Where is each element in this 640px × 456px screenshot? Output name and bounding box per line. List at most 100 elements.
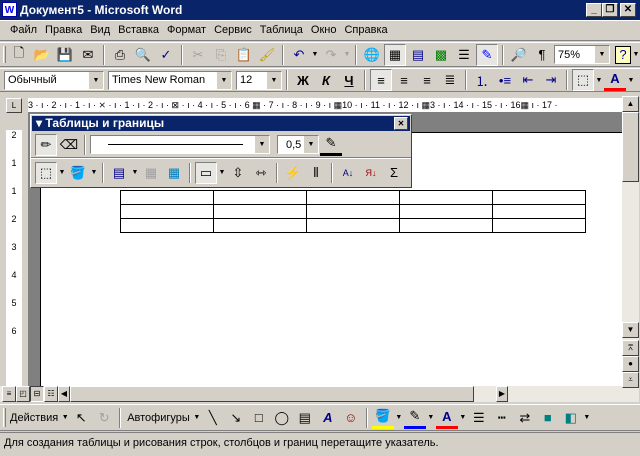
print-icon[interactable]: ⎙: [109, 44, 131, 66]
menu-help[interactable]: Справка: [340, 24, 391, 36]
menu-view[interactable]: Вид: [86, 24, 114, 36]
size-combo[interactable]: 12 ▼: [236, 70, 282, 90]
align-center-icon[interactable]: ≡: [393, 69, 415, 91]
border-dropdown[interactable]: ▼: [595, 77, 603, 84]
chevron-down-icon[interactable]: ▼: [255, 136, 269, 153]
align-right-icon[interactable]: ≡: [416, 69, 438, 91]
table-cell[interactable]: [399, 204, 493, 219]
chevron-down-icon[interactable]: ▼: [217, 71, 231, 89]
bold-button[interactable]: Ж: [292, 69, 314, 91]
draw-table-pencil-icon[interactable]: ✏: [35, 133, 57, 156]
save-icon[interactable]: 💾: [54, 44, 76, 66]
new-icon[interactable]: 🗋: [8, 44, 30, 66]
arrow-icon[interactable]: ↘: [225, 407, 247, 429]
border-color-icon[interactable]: ✎: [320, 134, 342, 156]
line-icon[interactable]: ╲: [202, 407, 224, 429]
previous-page-icon[interactable]: ⩞: [622, 340, 639, 356]
spelling-icon[interactable]: ✓: [155, 44, 177, 66]
toolbar-options[interactable]: ▼: [632, 51, 640, 58]
horizontal-scroll-thumb[interactable]: [70, 386, 474, 402]
underline-button[interactable]: Ч: [338, 69, 360, 91]
web-view-icon[interactable]: ◰: [16, 386, 30, 402]
columns-icon[interactable]: ☰: [453, 44, 475, 66]
tables-borders-icon[interactable]: ▦: [384, 43, 406, 66]
scroll-left-icon[interactable]: ◀: [58, 386, 70, 402]
text-direction-icon[interactable]: ⦀: [305, 162, 327, 184]
insert-table-icon[interactable]: ▤: [108, 162, 130, 184]
table-cell[interactable]: [399, 190, 493, 205]
border-dropdown[interactable]: ▼: [58, 169, 66, 176]
outside-border-icon[interactable]: ⬚: [35, 161, 57, 184]
shadow-icon[interactable]: ■: [537, 407, 559, 429]
email-icon[interactable]: ✉: [77, 44, 99, 66]
document-table[interactable]: [120, 190, 586, 233]
tab-selector[interactable]: L: [6, 98, 22, 113]
italic-button[interactable]: К: [315, 69, 337, 91]
align-top-icon[interactable]: ▭: [195, 161, 217, 184]
arrow-style-icon[interactable]: ⇄: [514, 407, 536, 429]
actions-menu[interactable]: Действия: [8, 412, 60, 424]
bullets-icon[interactable]: •≡: [494, 69, 516, 91]
align-left-icon[interactable]: ≡: [370, 69, 392, 91]
shading-dropdown[interactable]: ▼: [90, 169, 98, 176]
table-cell[interactable]: [213, 218, 307, 233]
line-weight-combo[interactable]: 0,5 ▼: [277, 135, 319, 154]
menu-format[interactable]: Формат: [163, 24, 210, 36]
justify-icon[interactable]: ≣: [439, 69, 461, 91]
drawing-icon[interactable]: ✎: [476, 43, 498, 66]
style-combo[interactable]: Обычный ▼: [4, 70, 104, 90]
sort-ascending-icon[interactable]: А↓: [337, 162, 359, 184]
menu-table[interactable]: Таблица: [256, 24, 307, 36]
close-button[interactable]: ✕: [620, 3, 636, 17]
undo-icon[interactable]: ↶: [288, 44, 310, 66]
browse-object-icon[interactable]: ●: [622, 356, 639, 372]
open-icon[interactable]: 📂: [31, 44, 53, 66]
outline-view-icon[interactable]: ☷: [44, 386, 58, 402]
next-page-icon[interactable]: ⩡: [622, 372, 639, 388]
font-color-dropdown[interactable]: ▼: [627, 77, 635, 84]
font-color-icon[interactable]: A: [435, 407, 458, 429]
decrease-indent-icon[interactable]: ⇤: [517, 69, 539, 91]
menu-file[interactable]: Файл: [6, 24, 41, 36]
free-rotate-icon[interactable]: ↻: [93, 407, 115, 429]
help-icon[interactable]: ?: [615, 45, 631, 64]
autosum-icon[interactable]: Σ: [383, 162, 405, 184]
oval-icon[interactable]: ◯: [271, 407, 293, 429]
align-dropdown[interactable]: ▼: [218, 169, 226, 176]
split-cells-icon[interactable]: ▦: [163, 162, 185, 184]
show-formatting-icon[interactable]: ¶: [531, 44, 553, 66]
horizontal-scrollbar[interactable]: ≡ ◰ ⊟ ☷ ◀ ▶: [0, 386, 622, 402]
menu-edit[interactable]: Правка: [41, 24, 86, 36]
table-cell[interactable]: [306, 218, 400, 233]
document-map-icon[interactable]: 🔎: [508, 44, 530, 66]
menu-tools[interactable]: Сервис: [210, 24, 256, 36]
distribute-rows-icon[interactable]: ⇳: [227, 162, 249, 184]
scroll-up-icon[interactable]: ▲: [622, 96, 639, 112]
numbering-icon[interactable]: ⒈: [471, 69, 493, 91]
line-style-combo[interactable]: ▼: [90, 135, 270, 154]
normal-view-icon[interactable]: ≡: [2, 386, 16, 402]
copy-icon[interactable]: ⎘: [210, 44, 232, 66]
select-pointer-icon[interactable]: ↖: [70, 407, 92, 429]
zoom-combo[interactable]: 75% ▼: [554, 45, 610, 64]
chevron-down-icon[interactable]: ▼: [267, 71, 281, 89]
close-icon[interactable]: ✕: [394, 117, 408, 130]
menu-insert[interactable]: Вставка: [114, 24, 163, 36]
vertical-scrollbar[interactable]: ▲ ▼ ⩞ ● ⩡: [622, 96, 639, 402]
redo-dropdown[interactable]: ▼: [343, 51, 351, 58]
line-style-icon[interactable]: ☰: [468, 407, 490, 429]
table-cell[interactable]: [399, 218, 493, 233]
chevron-down-icon[interactable]: ▼: [89, 71, 103, 89]
table-cell[interactable]: [213, 204, 307, 219]
horizontal-ruler[interactable]: 3 · ı · 2 · ı · 1 · ı · ⨯ · ı · 1 · ı · …: [28, 98, 622, 112]
clipart-icon[interactable]: ☺: [340, 407, 362, 429]
table-cell[interactable]: [492, 190, 586, 205]
table-cell[interactable]: [120, 218, 214, 233]
sort-descending-icon[interactable]: Я↓: [360, 162, 382, 184]
tables-borders-titlebar[interactable]: ▾ Таблицы и границы ✕: [32, 116, 410, 131]
hyperlink-icon[interactable]: 🌐: [361, 44, 383, 66]
dash-style-icon[interactable]: ┅: [491, 407, 513, 429]
eraser-icon[interactable]: ⌫: [58, 134, 80, 156]
shading-color-icon[interactable]: 🪣: [67, 162, 89, 184]
restore-button[interactable]: ❐: [602, 3, 618, 17]
